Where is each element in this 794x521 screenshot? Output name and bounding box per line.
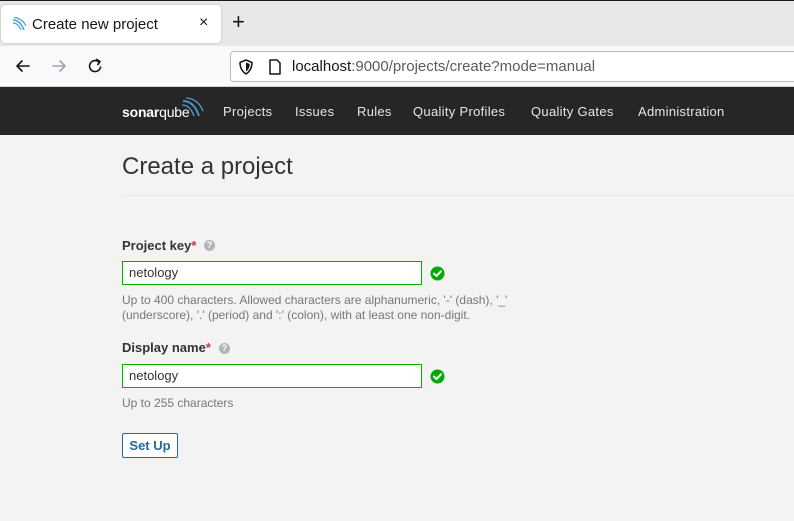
browser-tab[interactable]: Create new project × bbox=[1, 5, 221, 43]
nav-quality-profiles[interactable]: Quality Profiles bbox=[413, 104, 505, 119]
tab-title: Create new project bbox=[32, 16, 158, 33]
valid-check-icon bbox=[430, 266, 445, 281]
display-name-hint: Up to 255 characters bbox=[122, 396, 234, 410]
project-key-hint: Up to 400 characters. Allowed characters… bbox=[122, 293, 508, 322]
sonarqube-favicon-icon bbox=[12, 16, 27, 31]
display-name-label: Display name* bbox=[122, 340, 211, 355]
sonar-waves-icon bbox=[181, 97, 204, 117]
help-icon[interactable]: ? bbox=[219, 343, 230, 354]
back-arrow-icon[interactable] bbox=[12, 55, 34, 77]
url-path: :9000/projects/create?mode=manual bbox=[351, 58, 596, 75]
url-bar[interactable]: localhost:9000/projects/create?mode=manu… bbox=[230, 51, 794, 82]
page-title: Create a project bbox=[122, 153, 293, 180]
forward-arrow-icon[interactable] bbox=[48, 55, 70, 77]
browser-tab-bar: Create new project × + bbox=[0, 0, 794, 46]
reload-icon[interactable] bbox=[84, 55, 106, 77]
shield-icon[interactable] bbox=[237, 58, 255, 76]
nav-rules[interactable]: Rules bbox=[357, 104, 392, 119]
logo-text-bold: sonar bbox=[122, 104, 160, 120]
valid-check-icon bbox=[430, 369, 445, 384]
page-icon[interactable] bbox=[267, 58, 283, 76]
url-host: localhost bbox=[292, 58, 352, 75]
display-name-input[interactable]: netology bbox=[122, 364, 422, 388]
setup-button[interactable]: Set Up bbox=[122, 433, 178, 458]
required-mark: * bbox=[191, 238, 197, 253]
nav-quality-gates[interactable]: Quality Gates bbox=[531, 104, 614, 119]
new-tab-icon[interactable]: + bbox=[232, 11, 245, 33]
nav-issues[interactable]: Issues bbox=[295, 104, 334, 119]
close-tab-icon[interactable]: × bbox=[199, 14, 208, 32]
browser-nav-bar: localhost:9000/projects/create?mode=manu… bbox=[0, 46, 794, 87]
project-key-input[interactable]: netology bbox=[122, 261, 422, 285]
project-key-label: Project key* bbox=[122, 238, 197, 253]
title-divider bbox=[122, 195, 794, 196]
nav-projects[interactable]: Projects bbox=[223, 104, 272, 119]
nav-administration[interactable]: Administration bbox=[638, 104, 725, 119]
help-icon[interactable]: ? bbox=[204, 240, 215, 251]
url-text[interactable]: localhost:9000/projects/create?mode=manu… bbox=[292, 58, 595, 75]
required-mark: * bbox=[205, 340, 211, 355]
sonarqube-header: sonarqube Projects Issues Rules Quality … bbox=[0, 87, 794, 135]
